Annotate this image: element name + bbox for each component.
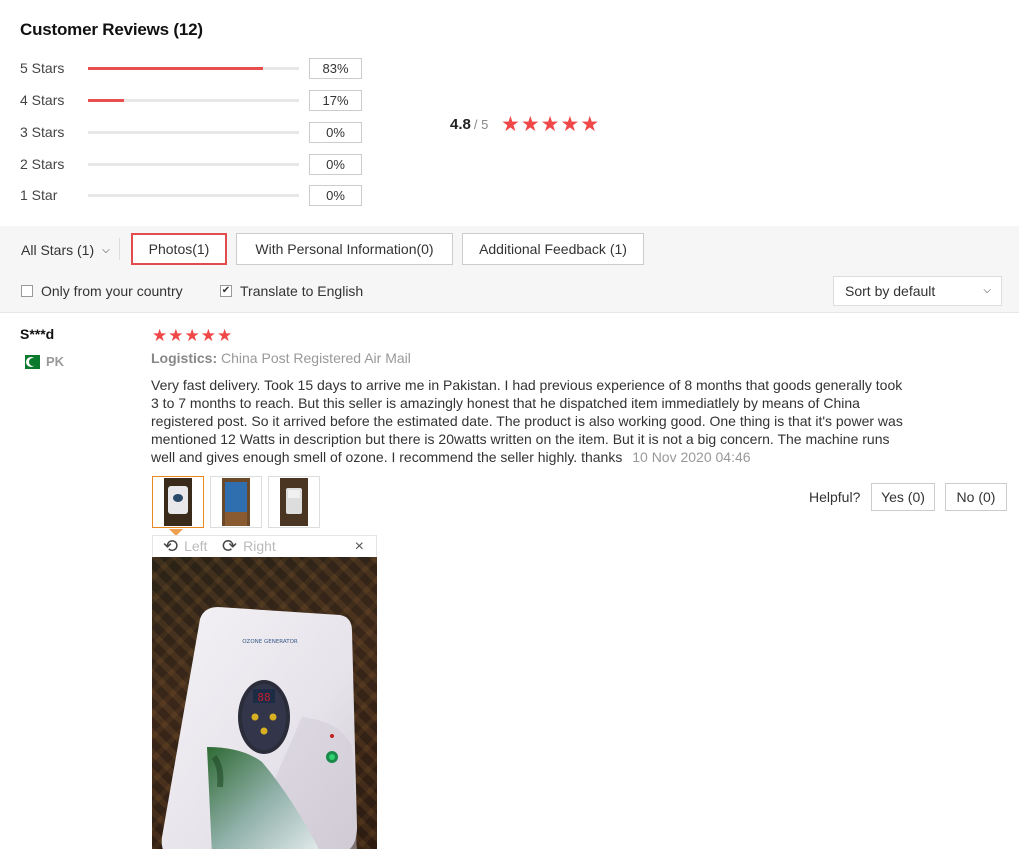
photo-thumbnail-image bbox=[222, 478, 250, 526]
page-title: Customer Reviews (12) bbox=[20, 20, 203, 39]
all-stars-label: All Stars (1) bbox=[21, 242, 95, 258]
rating-row-4[interactable]: 4 Stars 17% bbox=[20, 90, 365, 112]
rating-label: 1 Star bbox=[20, 187, 58, 203]
review-text: Very fast delivery. Took 15 days to arri… bbox=[151, 376, 911, 466]
rating-row-1[interactable]: 1 Star 0% bbox=[20, 185, 365, 207]
personal-info-filter-button[interactable]: With Personal Information(0) bbox=[236, 233, 453, 265]
pakistan-flag-icon bbox=[20, 354, 40, 369]
rotate-right-icon: ⟳ bbox=[222, 536, 238, 556]
logistics-label: Logistics: bbox=[151, 350, 218, 366]
photo-thumbnail-image bbox=[164, 478, 192, 526]
rating-bar bbox=[88, 99, 299, 102]
review-photo-thumbnail[interactable] bbox=[152, 476, 204, 528]
filter-bar: All Stars (1) ⌵ Photos(1) With Personal … bbox=[0, 226, 1019, 313]
rating-percent: 0% bbox=[309, 185, 362, 206]
star-icon: ★ bbox=[560, 113, 580, 136]
star-icon: ★ bbox=[168, 326, 184, 345]
close-icon[interactable]: × bbox=[355, 538, 364, 556]
device-display: 88 bbox=[257, 691, 270, 704]
only-country-checkbox[interactable] bbox=[21, 285, 33, 297]
photo-viewer-toolbar: ⟲ Left ⟳ Right × bbox=[152, 535, 377, 557]
only-country-label: Only from your country bbox=[41, 283, 183, 299]
rating-bar bbox=[88, 163, 299, 166]
star-icon: ★ bbox=[501, 113, 520, 136]
chevron-down-icon: ⌵ bbox=[102, 244, 110, 256]
logistics-value: China Post Registered Air Mail bbox=[221, 350, 411, 366]
rating-row-5[interactable]: 5 Stars 83% bbox=[20, 58, 365, 80]
average-value: 4.8 bbox=[450, 116, 471, 133]
country-code: PK bbox=[46, 354, 65, 369]
photo-viewer: ⟲ Left ⟳ Right × 88 OZONE GENERATOR bbox=[152, 535, 377, 849]
average-rating: 4.8 / 5 bbox=[450, 116, 488, 133]
rating-bar bbox=[88, 67, 299, 70]
rating-row-2[interactable]: 2 Stars 0% bbox=[20, 154, 365, 176]
star-icon: ★ bbox=[152, 326, 168, 345]
rating-bar-fill bbox=[88, 99, 124, 102]
star-icon: ★ bbox=[520, 113, 540, 136]
review-photo-large[interactable]: 88 OZONE GENERATOR bbox=[152, 557, 377, 849]
review-photo-thumbnail[interactable] bbox=[210, 476, 262, 528]
sort-label: Sort by default bbox=[845, 283, 936, 299]
review-stars: ★ ★ ★ ★ ★ bbox=[152, 326, 232, 346]
rotate-left-button[interactable]: ⟲ Left bbox=[163, 537, 207, 555]
rating-bar bbox=[88, 131, 299, 134]
helpful-label: Helpful? bbox=[809, 489, 861, 505]
rating-bar-fill bbox=[88, 67, 264, 70]
rating-percent: 83% bbox=[309, 58, 362, 79]
ozone-generator-photo: 88 OZONE GENERATOR bbox=[161, 607, 357, 849]
rotate-left-icon: ⟲ bbox=[163, 536, 179, 556]
rating-percent: 0% bbox=[309, 154, 362, 175]
rating-label: 2 Stars bbox=[20, 156, 65, 172]
translate-label: Translate to English bbox=[240, 283, 364, 299]
translate-checkbox[interactable]: ✔ bbox=[220, 285, 232, 297]
star-icon: ★ bbox=[217, 326, 233, 345]
rotate-right-button[interactable]: ⟳ Right bbox=[222, 537, 276, 555]
additional-feedback-filter-button[interactable]: Additional Feedback (1) bbox=[462, 233, 644, 265]
rating-label: 3 Stars bbox=[20, 124, 65, 140]
rating-label: 5 Stars bbox=[20, 60, 65, 76]
only-country-checkbox-row[interactable]: Only from your country bbox=[21, 283, 183, 299]
translate-checkbox-row[interactable]: ✔ Translate to English bbox=[220, 283, 363, 299]
star-icon: ★ bbox=[540, 113, 560, 136]
logistics-info: Logistics: China Post Registered Air Mai… bbox=[151, 350, 411, 366]
rating-bar bbox=[88, 194, 299, 197]
star-icon: ★ bbox=[580, 113, 600, 136]
star-icon: ★ bbox=[184, 326, 200, 345]
rating-label: 4 Stars bbox=[20, 92, 65, 108]
rating-percent: 0% bbox=[309, 122, 362, 143]
device-label: OZONE GENERATOR bbox=[242, 639, 298, 645]
divider bbox=[119, 238, 120, 260]
helpful-yes-button[interactable]: Yes (0) bbox=[871, 483, 935, 511]
average-stars: ★ ★ ★ ★ ★ bbox=[501, 113, 599, 137]
review-date: 10 Nov 2020 04:46 bbox=[632, 449, 751, 465]
helpful-no-button[interactable]: No (0) bbox=[945, 483, 1007, 511]
chevron-down-icon: ⌵ bbox=[983, 285, 991, 296]
rating-row-3[interactable]: 3 Stars 0% bbox=[20, 122, 365, 144]
rotate-right-label: Right bbox=[243, 538, 276, 554]
all-stars-dropdown[interactable]: All Stars (1) ⌵ bbox=[21, 242, 110, 258]
reviewer-country: PK bbox=[20, 354, 64, 369]
review-body: Very fast delivery. Took 15 days to arri… bbox=[151, 377, 903, 465]
photos-filter-button[interactable]: Photos(1) bbox=[131, 233, 227, 265]
star-icon: ★ bbox=[200, 326, 216, 345]
rating-percent: 17% bbox=[309, 90, 362, 111]
reviewer-name: S***d bbox=[20, 326, 55, 342]
photo-thumbnail-image bbox=[280, 478, 308, 526]
sort-dropdown[interactable]: Sort by default ⌵ bbox=[833, 276, 1002, 306]
rotate-left-label: Left bbox=[184, 538, 208, 554]
review-photo-thumbnail[interactable] bbox=[268, 476, 320, 528]
average-out-of: / 5 bbox=[473, 117, 489, 132]
